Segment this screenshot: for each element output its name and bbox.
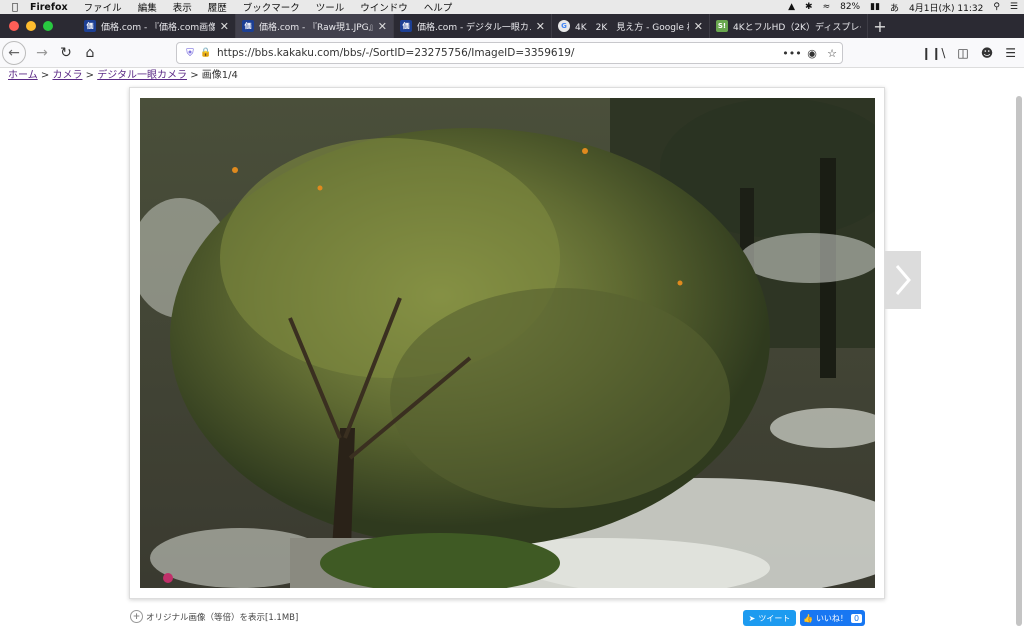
battery-icon[interactable]: ▮▮	[870, 2, 880, 12]
tab-title: 4KとフルHD（2K）ディスプレイ	[733, 22, 861, 33]
battery-percent: 82%	[840, 2, 861, 12]
url-text[interactable]: https://bbs.kakaku.com/bbs/-/SortID=2327…	[213, 47, 782, 59]
wifi-icon[interactable]: ≈	[823, 2, 831, 12]
account-icon[interactable]: ☻	[981, 46, 994, 60]
notification-center-icon[interactable]: ☰	[1010, 2, 1018, 12]
photo-frame	[129, 87, 885, 599]
clock[interactable]: 4月1日(水) 11:32	[909, 1, 983, 14]
tweet-button-label: ツイート	[758, 613, 791, 623]
tab-title: 価格.com - 『Raw現1.JPG』 デジ	[259, 22, 373, 33]
thumbs-up-icon: 👍	[802, 613, 813, 623]
close-tab-icon[interactable]: ✕	[536, 20, 545, 33]
breadcrumb-current: 画像1/4	[201, 70, 238, 81]
close-tab-icon[interactable]: ✕	[220, 20, 229, 33]
forward-button[interactable]: →	[30, 41, 54, 65]
reload-button[interactable]: ↻	[54, 41, 78, 65]
url-bar[interactable]: ⛨ 🔒 https://bbs.kakaku.com/bbs/-/SortID=…	[176, 42, 843, 64]
zoom-in-icon: +	[130, 610, 143, 623]
breadcrumb-separator: >	[187, 70, 202, 81]
tab-1-active[interactable]: 価 価格.com - 『Raw現1.JPG』 デジ ✕	[236, 14, 394, 38]
window-controls	[0, 14, 78, 38]
social-buttons: ➤ ツイート 👍 いいね！ 0	[743, 610, 865, 626]
library-icon[interactable]: ❙❙\	[921, 46, 945, 60]
breadcrumb-camera-link[interactable]: カメラ	[52, 70, 82, 81]
twitter-bird-icon: ➤	[748, 613, 756, 623]
navigation-toolbar: ← → ↻ ⌂ ⛨ 🔒 https://bbs.kakaku.com/bbs/-…	[0, 38, 1024, 68]
macos-menu-bar:  Firefox ファイル 編集 表示 履歴 ブックマーク ツール ウインドウ…	[0, 0, 1024, 14]
like-count: 0	[850, 613, 863, 623]
original-image-link[interactable]: + オリジナル画像（等倍）を表示[1.1MB]	[130, 610, 298, 623]
hamburger-menu-icon[interactable]: ☰	[1005, 46, 1016, 60]
bluetooth-icon[interactable]: ✱	[805, 2, 813, 12]
original-image-link-text[interactable]: オリジナル画像（等倍）を表示[1.1MB]	[146, 611, 298, 623]
adobe-icon[interactable]: ▲	[788, 2, 795, 12]
tweet-button[interactable]: ➤ ツイート	[743, 610, 796, 626]
close-tab-icon[interactable]: ✕	[694, 20, 703, 33]
google-favicon-icon: G	[558, 20, 570, 32]
home-button[interactable]: ⌂	[78, 41, 102, 65]
browser-tab-strip: 価 価格.com - 『価格.com画像アッ ✕ 価 価格.com - 『Raw…	[0, 14, 1024, 38]
minimize-window-button[interactable]	[26, 21, 36, 31]
menu-view[interactable]: 表示	[173, 0, 192, 14]
bookmark-star-icon[interactable]: ☆	[822, 47, 842, 60]
tab-2[interactable]: 価 価格.com - デジタル一眼カメラ ✕	[394, 14, 552, 38]
tracking-protection-shield-icon[interactable]: ⛨	[181, 48, 199, 59]
breadcrumb-home-link[interactable]: ホーム	[8, 70, 38, 81]
tab-3[interactable]: G 4K 2K 見え方 - Google 検索 ✕	[552, 14, 710, 38]
photo-image	[140, 98, 875, 588]
next-image-button[interactable]	[885, 251, 921, 309]
spotlight-search-icon[interactable]: ⚲	[993, 2, 1000, 12]
tab-title: 4K 2K 見え方 - Google 検索	[575, 22, 689, 33]
sidebar-icon[interactable]: ◫	[957, 46, 968, 60]
breadcrumb-dslr-link[interactable]: デジタル一眼カメラ	[97, 70, 187, 81]
kakaku-favicon-icon: 価	[242, 20, 254, 32]
toolbar-right-icons: ❙❙\ ◫ ☻ ☰	[921, 38, 1016, 68]
facebook-like-button[interactable]: 👍 いいね！ 0	[800, 610, 865, 626]
page-actions-menu-icon[interactable]: •••	[782, 47, 802, 60]
menu-file[interactable]: ファイル	[84, 0, 122, 14]
breadcrumb-separator: >	[37, 70, 53, 81]
close-window-button[interactable]	[9, 21, 19, 31]
site-favicon-icon: S!	[716, 20, 728, 32]
breadcrumb: ホーム > カメラ > デジタル一眼カメラ > 画像1/4	[8, 66, 238, 81]
tab-4[interactable]: S! 4KとフルHD（2K）ディスプレイ	[710, 14, 868, 38]
posted-photo[interactable]	[140, 98, 875, 588]
menu-window[interactable]: ウインドウ	[360, 0, 408, 14]
menu-history[interactable]: 履歴	[208, 0, 227, 14]
like-button-label: いいね！	[815, 613, 848, 623]
lock-icon[interactable]: 🔒	[199, 48, 213, 58]
page-scrollbar-thumb[interactable]	[1016, 96, 1022, 626]
kakaku-favicon-icon: 価	[400, 20, 412, 32]
menu-app-firefox[interactable]: Firefox	[30, 2, 68, 13]
tab-title: 価格.com - 『価格.com画像アッ	[101, 22, 215, 33]
menubar-status-area: ▲ ✱ ≈ 82% ▮▮ あ 4月1日(水) 11:32 ⚲ ☰	[788, 0, 1018, 14]
chevron-right-icon	[895, 265, 911, 295]
zoom-window-button[interactable]	[43, 21, 53, 31]
input-method-icon[interactable]: あ	[890, 1, 899, 14]
new-tab-button[interactable]: +	[868, 14, 892, 38]
kakaku-favicon-icon: 価	[84, 20, 96, 32]
tab-title: 価格.com - デジタル一眼カメラ	[417, 22, 531, 33]
menu-bookmarks[interactable]: ブックマーク	[243, 0, 300, 14]
menu-help[interactable]: ヘルプ	[424, 0, 453, 14]
breadcrumb-separator: >	[82, 70, 98, 81]
menu-tools[interactable]: ツール	[316, 0, 345, 14]
close-tab-icon[interactable]: ✕	[378, 20, 387, 33]
menu-edit[interactable]: 編集	[138, 0, 157, 14]
tab-0[interactable]: 価 価格.com - 『価格.com画像アッ ✕	[78, 14, 236, 38]
back-button[interactable]: ←	[2, 40, 26, 65]
apple-menu-icon[interactable]: 	[0, 2, 30, 13]
pocket-icon[interactable]: ◉	[802, 47, 822, 60]
